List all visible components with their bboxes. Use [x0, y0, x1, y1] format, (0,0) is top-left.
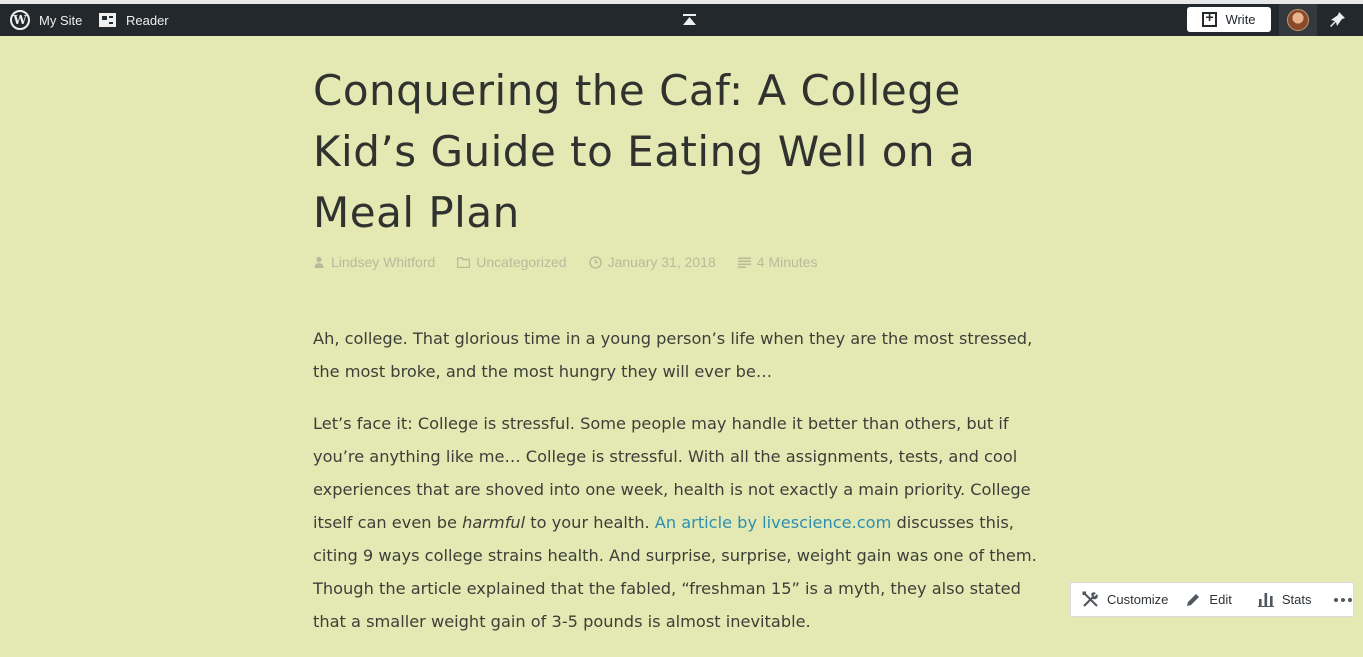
category-link[interactable]: Uncategorized: [476, 254, 566, 270]
read-time-meta: 4 Minutes: [737, 254, 818, 270]
date-meta: January 31, 2018: [588, 254, 716, 270]
post-content: Ah, college. That glorious time in a you…: [313, 322, 1053, 657]
write-icon: [1202, 9, 1218, 27]
person-icon: [314, 256, 324, 268]
write-label: Write: [1225, 12, 1256, 27]
author-meta: Lindsey Whitford: [313, 254, 435, 270]
notifications-button[interactable]: [1324, 4, 1350, 36]
post-title: Conquering the Caf: A College Kid’s Guid…: [313, 66, 976, 237]
date-link[interactable]: January 31, 2018: [608, 254, 716, 270]
author-link[interactable]: Lindsey Whitford: [331, 254, 435, 270]
ellipsis-icon: [1334, 597, 1353, 602]
customize-label: Customize: [1107, 592, 1169, 607]
bell-icon: [1330, 12, 1345, 27]
clock-icon: [588, 255, 602, 269]
post-meta: Lindsey Whitford Uncategorized January 3…: [313, 253, 839, 271]
category-meta: Uncategorized: [457, 254, 567, 270]
stats-label: Stats: [1281, 592, 1312, 607]
livescience-article-link[interactable]: An article by livescience.com: [655, 513, 892, 532]
avatar: [1287, 9, 1309, 31]
post-action-bar: Customize Edit Stats: [1070, 582, 1354, 617]
emphasis-text: harmful: [462, 513, 526, 532]
write-button[interactable]: Write: [1187, 7, 1271, 32]
reader-button[interactable]: Reader: [99, 4, 169, 36]
paragraph-text: to your health.: [525, 513, 655, 532]
customize-button[interactable]: Customize: [1071, 583, 1174, 616]
reader-label: Reader: [126, 12, 169, 28]
read-time-label: 4 Minutes: [756, 254, 818, 270]
edit-button[interactable]: Edit: [1174, 583, 1237, 616]
profile-button[interactable]: [1279, 4, 1317, 36]
my-site-button[interactable]: W My Site: [10, 4, 82, 36]
pencil-icon: [1187, 593, 1200, 606]
admin-bar: W My Site Reader Write: [0, 4, 1363, 36]
collapse-up-icon[interactable]: [683, 14, 696, 26]
tools-icon: [1082, 591, 1098, 607]
folder-icon: [457, 256, 471, 268]
bar-chart-icon: [1257, 593, 1274, 607]
paragraph-stress: Let’s face it: College is stressful. Som…: [313, 407, 1053, 638]
reader-icon: [99, 13, 116, 27]
my-site-label: My Site: [39, 12, 83, 28]
lines-icon: [737, 257, 751, 268]
paragraph-intro: Ah, college. That glorious time in a you…: [313, 329, 1033, 381]
stats-button[interactable]: Stats: [1238, 583, 1318, 616]
wordpress-logo-icon: W: [10, 10, 30, 30]
more-button[interactable]: [1317, 583, 1353, 616]
edit-label: Edit: [1209, 592, 1232, 607]
